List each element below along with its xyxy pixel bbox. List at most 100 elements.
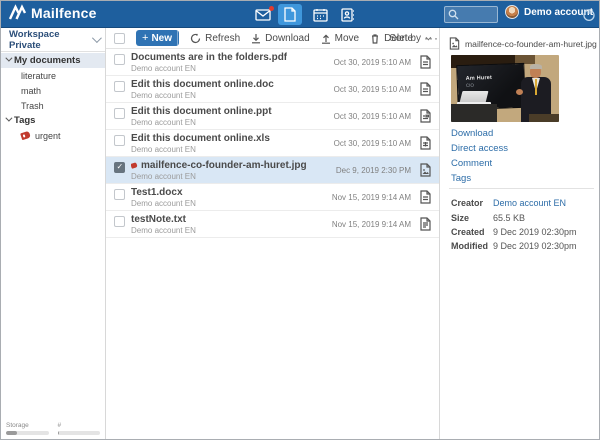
new-dropdown-toggle[interactable] [177,30,179,46]
mail-module-button[interactable] [251,4,275,25]
file-name: Edit this document online.doc [131,79,274,90]
storage-meters: Storage # [1,422,105,435]
file-date: Nov 15, 2019 9:14 AM [331,193,411,202]
refresh-icon [191,33,201,43]
tags-link[interactable]: Tags [451,173,471,184]
workspace-selector[interactable]: Workspace Private [1,28,105,52]
sidebar-item-math[interactable]: math [1,83,105,98]
file-type-icon [420,136,431,155]
direct-access-link[interactable]: Direct access [451,143,508,154]
photo-subcaption: CIO [465,82,475,88]
row-checkbox[interactable] [114,189,125,200]
file-row[interactable]: Edit this document online.doc Demo accou… [106,76,439,103]
prop-creator: Creator Demo account EN [451,198,599,208]
contacts-module-button[interactable] [336,4,360,25]
download-link[interactable]: Download [451,128,493,139]
file-date: Nov 15, 2019 9:14 AM [331,220,411,229]
image-preview[interactable]: Am Huret CIO [451,55,559,122]
sidebar-item-literature[interactable]: literature [1,68,105,83]
count-bar [57,431,100,435]
folder-label: My documents [14,55,81,66]
row-checkbox[interactable] [114,54,125,65]
mailfence-logo-icon [8,4,27,20]
calendar-module-button[interactable] [308,4,332,25]
file-details-panel: mailfence-co-founder-am-huret.jpg Am Hur… [441,28,599,439]
select-all-checkbox[interactable] [114,32,125,44]
details-filename: mailfence-co-founder-am-huret.jpg [465,38,597,49]
file-date: Oct 30, 2019 5:10 AM [333,85,411,94]
count-label: # [57,422,62,429]
download-button[interactable]: Download [251,32,310,44]
file-date: Oct 30, 2019 5:10 AM [333,112,411,121]
move-icon [321,33,330,44]
prop-value-size: 65.5 KB [493,213,526,223]
prop-value-creator[interactable]: Demo account EN [493,198,566,208]
prop-value-modified: 9 Dec 2019 02:30pm [493,241,577,251]
image-file-icon [420,163,431,182]
prop-label: Creator [451,198,484,208]
file-list-panel: + New Refresh Download Move Delete ··· S… [106,28,440,439]
sidebar-item-tag-urgent[interactable]: urgent [1,128,105,143]
row-checkbox-checked[interactable] [114,162,125,173]
folder-label: Trash [21,100,44,111]
download-icon [252,33,261,43]
sidebar-item-trash[interactable]: Trash [1,98,105,113]
file-name: Documents are in the folders.pdf [131,52,288,63]
photo-floor [529,114,559,122]
avatar [505,5,519,19]
file-row[interactable]: testNote.txt Demo account EN Nov 15, 201… [106,211,439,238]
prop-created: Created 9 Dec 2019 02:30pm [451,227,599,237]
file-date: Oct 30, 2019 5:10 AM [333,58,411,67]
file-row[interactable]: Test1.docx Demo account EN Nov 15, 2019 … [106,184,439,211]
file-date: Dec 9, 2019 2:30 PM [335,166,411,175]
file-row-selected[interactable]: mailfence-co-founder-am-huret.jpg Demo a… [106,157,439,184]
search-icon [448,9,459,20]
row-checkbox[interactable] [114,135,125,146]
refresh-label: Refresh [205,32,241,44]
storage-bar [6,431,49,435]
file-row[interactable]: Edit this document online.xls Demo accou… [106,130,439,157]
file-name: mailfence-co-founder-am-huret.jpg [141,160,307,171]
download-label: Download [265,32,310,44]
documents-module-button[interactable] [278,4,302,25]
file-row[interactable]: Documents are in the folders.pdf Demo ac… [106,49,439,76]
app-window: Mailfence Demo account Workspace Private… [0,0,600,440]
comment-link[interactable]: Comment [451,158,492,169]
tags-section-label: Tags [14,115,36,126]
trash-icon [372,33,379,44]
brand: Mailfence [8,4,97,21]
file-owner: Demo account EN [131,91,196,100]
search-input[interactable] [444,6,498,23]
workspace-label: Workspace Private [9,28,60,51]
chevron-down-icon [5,54,13,62]
prop-label: Size [451,213,470,223]
file-owner: Demo account EN [131,226,196,235]
sidebar-item-my-documents[interactable]: My documents [1,53,105,68]
file-name: Test1.docx [131,187,183,198]
count-meter: # [57,422,100,435]
sort-by-label: Sort by [389,33,421,44]
prop-label: Modified [451,241,488,251]
sort-by-dropdown[interactable]: Sort by [389,28,432,49]
prop-size: Size 65.5 KB [451,213,599,223]
file-name: testNote.txt [131,214,187,225]
photo-caption: Am Huret [465,74,493,82]
prop-value-created: 9 Dec 2019 02:30pm [493,227,577,237]
move-button[interactable]: Move [321,33,359,44]
file-row[interactable]: Edit this document online.ppt Demo accou… [106,103,439,130]
file-owner: Demo account EN [131,145,196,154]
tag-icon [20,130,31,141]
divider [449,188,594,189]
move-label: Move [334,32,360,44]
sidebar-section-tags[interactable]: Tags [1,113,105,128]
row-checkbox[interactable] [114,108,125,119]
new-button[interactable]: + New [136,30,180,46]
row-checkbox[interactable] [114,216,125,227]
file-date: Oct 30, 2019 5:10 AM [333,139,411,148]
file-name: Edit this document online.ppt [131,106,272,117]
mail-notification-dot [269,6,274,11]
row-checkbox[interactable] [114,81,125,92]
prop-label: Created [451,227,485,237]
logout-button[interactable] [580,6,597,23]
refresh-button[interactable]: Refresh [190,33,240,44]
